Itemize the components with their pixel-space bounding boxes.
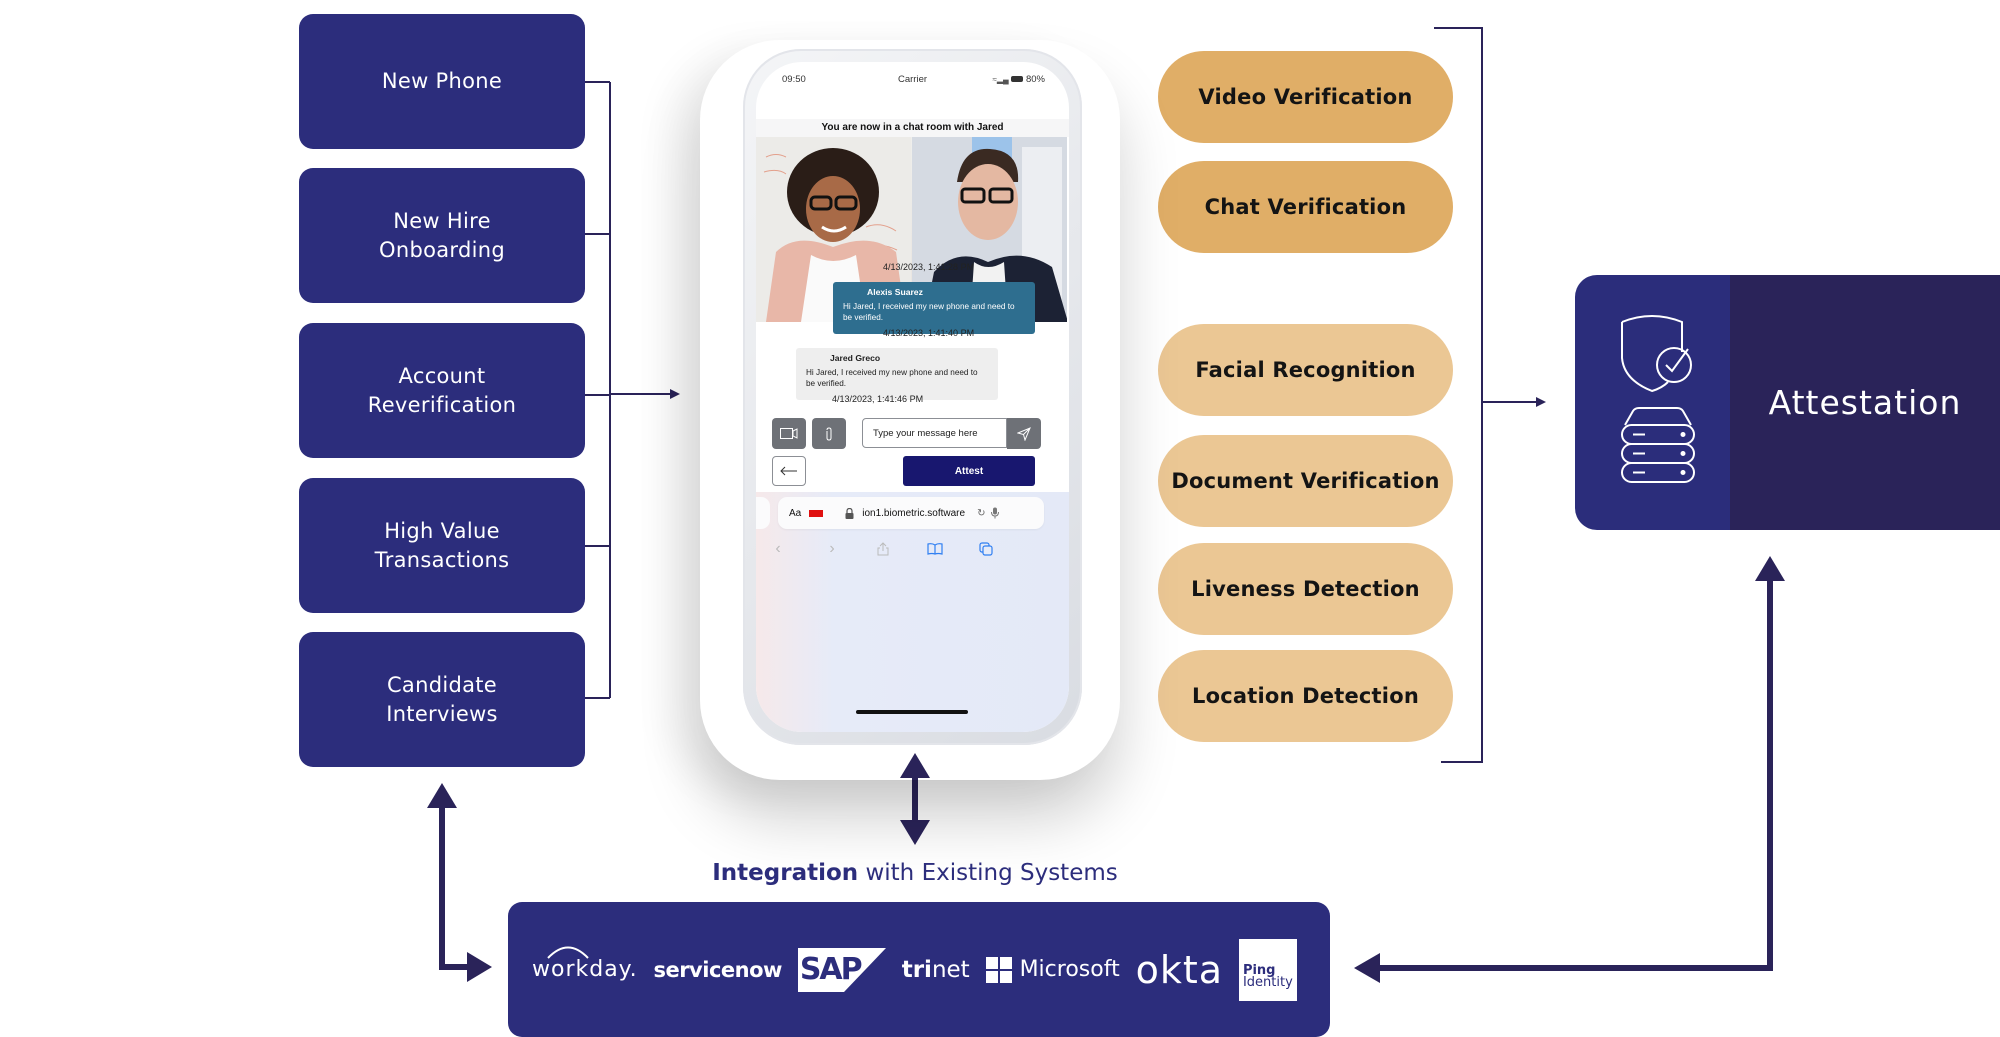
bookmarks-icon[interactable]: [923, 537, 947, 561]
capability-chat-verification: Chat Verification: [1158, 161, 1453, 253]
attach-file-button[interactable]: [812, 418, 846, 449]
logo-servicenow: servicenow: [653, 957, 782, 982]
capability-location-detection: Location Detection: [1158, 650, 1453, 742]
usecase-high-value-transactions: High Value Transactions: [299, 478, 585, 613]
chat-room-header: You are now in a chat room with Jared: [756, 119, 1069, 137]
home-indicator: [856, 710, 968, 714]
video-call-button[interactable]: [772, 418, 806, 449]
nav-forward-icon[interactable]: ›: [820, 537, 844, 561]
message-text: Hi Jared, I received my new phone and ne…: [806, 368, 978, 388]
chat-message-incoming: Jared Greco Hi Jared, I received my new …: [796, 348, 998, 400]
capability-facial-recognition: Facial Recognition: [1158, 324, 1453, 416]
attestation-panel: Attestation: [1575, 275, 2000, 530]
status-bar: 09:50 Carrier ≈▂▄ 80%: [756, 74, 1069, 90]
message-sender: Alexis Suarez: [867, 287, 923, 297]
browser-toolbar: ‹ ›: [756, 537, 1069, 561]
logo-ping-identity: Ping Identity: [1238, 938, 1297, 1001]
video-camera-icon: [780, 428, 798, 439]
battery-icon: [1011, 76, 1024, 83]
wifi-signal-icon: ≈▂▄: [992, 75, 1009, 84]
server-stack-icon: [1621, 407, 1695, 483]
address-bar[interactable]: Aa ion1.biometric.software ↻: [778, 497, 1044, 529]
reload-icon[interactable]: ↻: [977, 508, 985, 519]
send-message-button[interactable]: [1007, 418, 1041, 449]
usecase-account-reverification: Account Reverification: [299, 323, 585, 458]
previous-tab-edge[interactable]: [756, 497, 770, 529]
browser-chrome: Aa ion1.biometric.software ↻ ‹ ›: [756, 492, 1069, 732]
logo-okta: okta: [1136, 948, 1223, 992]
integration-title-rest: with Existing Systems: [858, 860, 1118, 886]
url-text: ion1.biometric.software: [862, 507, 966, 519]
share-icon[interactable]: [871, 537, 895, 561]
attestation-label: Attestation: [1730, 275, 2000, 530]
logo-text-bold: tri: [901, 956, 932, 983]
microsoft-grid-icon: [985, 956, 1012, 983]
left-bracket: [585, 81, 611, 699]
message-timestamp: 4/13/2023, 1:41:28 PM: [883, 262, 975, 272]
capability-document-verification: Document Verification: [1158, 435, 1453, 527]
phone-screen: 09:50 Carrier ≈▂▄ 80% You are now in a c…: [756, 62, 1069, 732]
logo-text: okta: [1135, 947, 1224, 992]
logo-workday: workday.: [532, 946, 638, 982]
shield-check-icon: [1621, 315, 1692, 393]
message-text: Hi Jared, I received my new phone and ne…: [843, 302, 1015, 322]
lock-icon: [845, 507, 854, 519]
status-battery: ≈▂▄ 80%: [992, 74, 1045, 85]
message-timestamp: 4/13/2023, 1:41:40 PM: [883, 328, 975, 338]
chat-message-outgoing: Alexis Suarez Hi Jared, I received my ne…: [833, 282, 1035, 334]
send-icon: [1017, 426, 1031, 441]
nav-back-icon[interactable]: ‹: [766, 537, 790, 561]
message-sender: Jared Greco: [830, 353, 881, 363]
integration-logos-bar: workday. servicenow SAP tri net Microsoft…: [508, 902, 1330, 1037]
logo-text: net: [931, 956, 970, 983]
battery-percent: 80%: [1025, 74, 1045, 85]
recording-camera-icon: [809, 509, 824, 517]
capability-liveness-detection: Liveness Detection: [1158, 543, 1453, 635]
logo-text-line2: Identity: [1242, 974, 1293, 990]
paperclip-icon: [826, 426, 832, 441]
integration-title-bold: Integration: [712, 860, 859, 886]
logo-text: servicenow: [653, 957, 782, 982]
usecase-new-phone: New Phone: [299, 14, 585, 149]
logo-microsoft: Microsoft: [985, 956, 1120, 983]
usecase-candidate-interviews: Candidate Interviews: [299, 632, 585, 767]
microphone-icon[interactable]: [991, 507, 1000, 519]
logo-text: Microsoft: [1019, 957, 1120, 982]
attestation-icon-column: [1575, 275, 1730, 530]
logo-trinet: tri net: [902, 957, 970, 983]
arrow-left-icon: [780, 466, 797, 476]
workday-arc-icon: [547, 946, 589, 959]
text-size-button[interactable]: Aa: [789, 508, 801, 519]
capability-video-verification: Video Verification: [1158, 51, 1453, 143]
tabs-icon[interactable]: [974, 537, 998, 561]
integration-title: Integration with Existing Systems: [0, 860, 1830, 886]
message-timestamp: 4/13/2023, 1:41:46 PM: [832, 394, 924, 404]
message-input[interactable]: Type your message here: [862, 418, 1007, 448]
logo-sap: SAP: [797, 947, 886, 992]
logo-text: workday.: [532, 957, 638, 982]
attest-button[interactable]: Attest: [903, 456, 1035, 486]
back-button[interactable]: [772, 456, 806, 486]
logo-text: SAP: [799, 951, 863, 987]
usecase-new-hire-onboarding: New Hire Onboarding: [299, 168, 585, 303]
